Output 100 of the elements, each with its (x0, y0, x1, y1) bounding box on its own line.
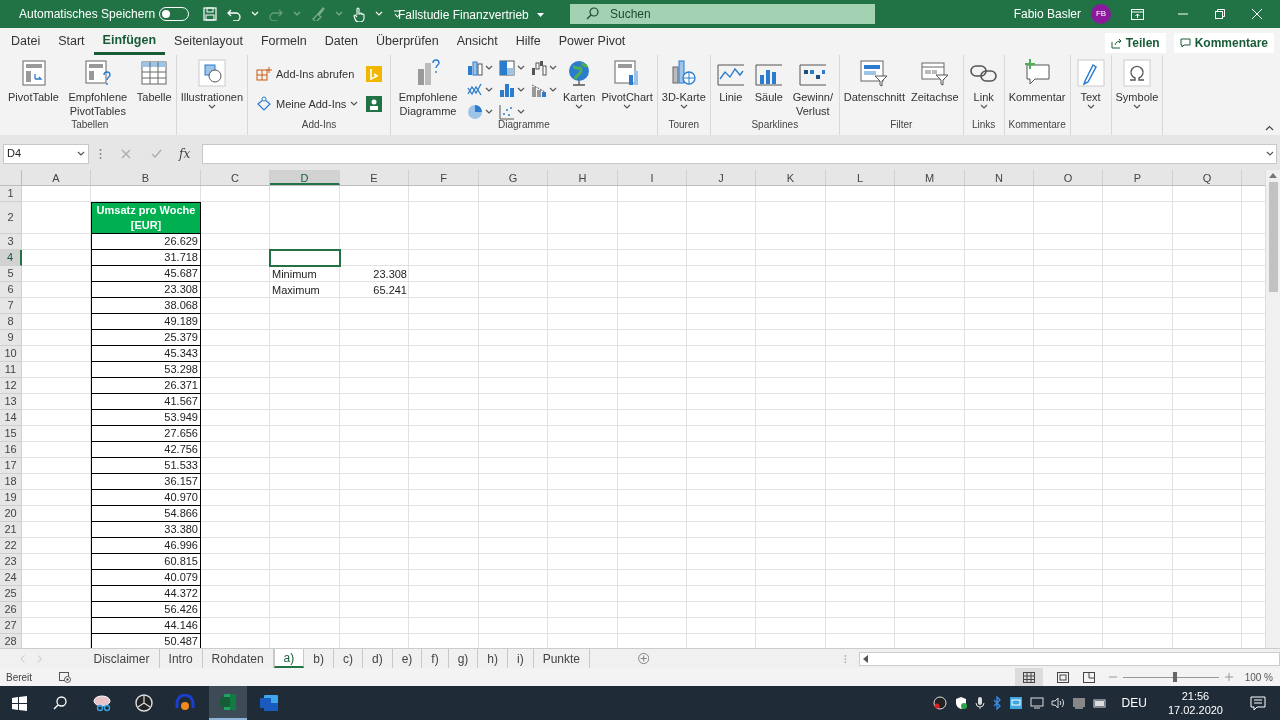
document-app-icon[interactable] (259, 694, 279, 712)
column-header[interactable]: Q (1173, 170, 1242, 185)
ribbon-tab[interactable]: Überprüfen (367, 28, 448, 55)
row-header[interactable]: 2 (0, 202, 22, 234)
normal-view-button[interactable] (1014, 668, 1043, 686)
clock-date[interactable]: 17.02.2020 (1167, 703, 1223, 717)
row-header[interactable]: 3 (0, 234, 22, 250)
row-header[interactable]: 23 (0, 554, 22, 570)
active-cell[interactable] (270, 250, 340, 266)
ribbon-tab[interactable]: Power Pivot (549, 28, 635, 55)
row-header[interactable]: 4 (0, 250, 22, 266)
chart-menu-button[interactable] (531, 59, 557, 77)
ribbon-tab[interactable]: Start (49, 28, 94, 55)
ribbon-button[interactable]: Tabelle (134, 57, 174, 104)
display-icon[interactable] (1029, 697, 1044, 709)
name-box[interactable]: D4 (3, 143, 89, 164)
ribbon-button[interactable]: Add-Ins abrufen (256, 65, 358, 83)
network-icon[interactable] (1071, 697, 1086, 709)
chart-menu-button[interactable] (467, 103, 493, 121)
row-header[interactable]: 11 (0, 362, 22, 378)
scroll-left-icon[interactable] (863, 654, 869, 663)
shield-icon[interactable] (953, 696, 968, 710)
undo-icon[interactable] (227, 7, 242, 21)
clock-time[interactable]: 21:56 (1181, 689, 1210, 703)
column-header[interactable]: E (340, 170, 409, 185)
chart-menu-button[interactable] (499, 59, 525, 77)
row-header[interactable]: 1 (0, 186, 22, 202)
ribbon-button[interactable]: PivotChart (599, 57, 655, 110)
add-sheet-icon[interactable] (638, 652, 650, 665)
sheet-tab[interactable]: a) (273, 649, 305, 668)
row-header[interactable]: 6 (0, 282, 22, 298)
row-header[interactable]: 26 (0, 602, 22, 618)
ribbon-button[interactable]: Datenschnitt (841, 57, 907, 104)
battery-icon[interactable] (1092, 698, 1107, 708)
restore-icon[interactable] (1215, 9, 1225, 19)
row-header[interactable]: 20 (0, 506, 22, 522)
ribbon-button[interactable]: 3D-Karte (659, 57, 708, 110)
column-header[interactable]: A (22, 170, 91, 185)
row-header[interactable]: 17 (0, 458, 22, 474)
people-app-icon[interactable] (366, 96, 382, 112)
save-icon[interactable] (203, 7, 218, 21)
row-header[interactable]: 18 (0, 474, 22, 490)
zoom-slider-thumb[interactable] (1173, 672, 1178, 682)
row-header[interactable]: 24 (0, 570, 22, 586)
ribbon-button[interactable]: Illustrationen (178, 57, 245, 110)
notification-icon[interactable] (1250, 696, 1266, 710)
column-header[interactable]: P (1103, 170, 1173, 185)
ribbon-button[interactable]: Gewinn/Verlust (788, 57, 837, 118)
ribbon-button[interactable]: Symbole (1113, 57, 1161, 110)
ribbon-button[interactable]: Text (1072, 57, 1109, 110)
spreadsheet-app-button[interactable] (209, 686, 247, 720)
ribbon-tab[interactable]: Daten (315, 28, 368, 55)
column-header[interactable]: M (895, 170, 965, 185)
headphones-app-icon[interactable] (175, 694, 195, 712)
ribbon-button[interactable]: Kommentar (1006, 57, 1068, 104)
ribbon-button[interactable]: Link (965, 57, 1002, 110)
ribbon-button[interactable]: Säule (750, 57, 787, 104)
column-header[interactable]: K (756, 170, 826, 185)
macro-record-icon[interactable] (59, 671, 72, 683)
search-field[interactable]: Suchen (570, 4, 875, 24)
user-avatar[interactable]: FB (1091, 4, 1111, 24)
column-header[interactable]: O (1034, 170, 1103, 185)
ribbon-button[interactable]: Zeitachse (908, 57, 961, 104)
row-header[interactable]: 14 (0, 410, 22, 426)
page-layout-icon[interactable] (1056, 671, 1069, 683)
chart-menu-button[interactable] (499, 81, 525, 99)
column-header[interactable]: B (91, 170, 201, 185)
row-header[interactable]: 27 (0, 618, 22, 634)
row-header[interactable]: 22 (0, 538, 22, 554)
windows-start-icon[interactable] (12, 695, 27, 711)
ribbon-tab[interactable]: Formeln (251, 28, 316, 55)
chart-menu-button[interactable] (499, 103, 525, 121)
monitor-app-icon[interactable] (1008, 696, 1023, 710)
search-icon[interactable] (53, 696, 67, 710)
horizontal-scrollbar[interactable] (859, 651, 1280, 666)
row-header[interactable]: 10 (0, 346, 22, 362)
row-header[interactable]: 5 (0, 266, 22, 282)
ribbon-button[interactable]: Empfohlene PivotTables (62, 57, 133, 118)
ribbon-button[interactable]: Karten (561, 57, 598, 110)
column-header[interactable]: F (409, 170, 479, 185)
column-header[interactable]: I (618, 170, 687, 185)
aperture-app-icon[interactable] (135, 694, 153, 712)
scrollbar-thumb[interactable] (1268, 182, 1278, 292)
microphone-icon[interactable] (974, 696, 985, 710)
column-header[interactable]: L (826, 170, 895, 185)
formula-input[interactable] (202, 143, 1277, 164)
keyboard-language[interactable]: DEU (1121, 694, 1147, 712)
row-header[interactable]: 16 (0, 442, 22, 458)
aperture-tray-icon[interactable] (932, 696, 947, 710)
page-break-icon[interactable] (1082, 671, 1095, 683)
close-icon[interactable] (1252, 9, 1262, 19)
column-header[interactable]: N (965, 170, 1034, 185)
column-header[interactable]: D (270, 170, 340, 185)
hand-icon[interactable] (353, 6, 366, 22)
row-header[interactable]: 13 (0, 394, 22, 410)
comments-button[interactable]: Kommentare (1173, 33, 1274, 53)
ribbon-button[interactable]: Empfohlene Diagramme (393, 57, 463, 118)
column-header[interactable]: G (479, 170, 548, 185)
row-header[interactable]: 12 (0, 378, 22, 394)
row-header[interactable]: 15 (0, 426, 22, 442)
